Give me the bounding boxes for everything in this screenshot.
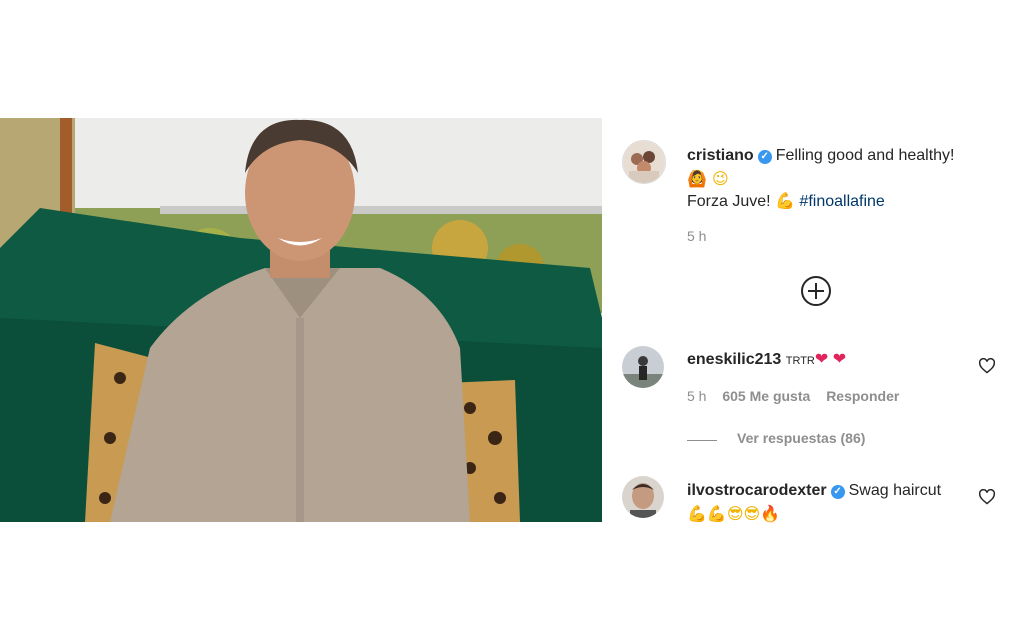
flexed-biceps-emoji: 💪 — [706, 504, 727, 523]
caption: cristiano ✓ Felling good and healthy! — [687, 144, 954, 167]
view-replies-button[interactable]: Ver respuestas (86) — [737, 430, 865, 446]
heart-outline-icon[interactable] — [978, 489, 996, 505]
flexed-biceps-emoji: 💪 — [687, 504, 707, 523]
heart-outline-icon[interactable] — [978, 358, 996, 374]
fire-emoji: 🔥 — [760, 504, 781, 523]
comment-likes[interactable]: 605 Me gusta — [722, 388, 810, 404]
verified-icon: ✓ — [830, 485, 845, 499]
comment-2-emojis: 💪💪😎😎🔥 — [687, 502, 780, 525]
comment-2: ilvostrocarodexter ✓ Swag haircut — [687, 479, 941, 502]
post-image[interactable] — [0, 118, 602, 522]
comment-avatar[interactable] — [622, 476, 664, 518]
comment-text: TRTR — [785, 355, 815, 367]
sunglasses-emoji: 😎 — [743, 504, 761, 523]
comment-1: eneskilic213 TRTR❤ ❤ — [687, 347, 846, 373]
comment-text: Swag haircut — [848, 482, 942, 499]
author-avatar[interactable] — [622, 140, 666, 184]
comment-username[interactable]: eneskilic213 — [687, 351, 781, 368]
reply-button[interactable]: Responder — [826, 388, 899, 404]
flexed-biceps-emoji: 💪 — [775, 191, 795, 210]
comment-1-meta: 5 h 605 Me gusta Responder — [687, 388, 899, 404]
verified-icon: ✓ — [757, 150, 772, 164]
sunglasses-emoji: 😎 — [726, 504, 744, 523]
comment-avatar[interactable] — [622, 346, 664, 388]
post-time: 5 h — [687, 228, 707, 244]
comment-time: 5 h — [687, 388, 707, 404]
caption-line1: Felling good and healthy! — [775, 147, 955, 164]
hashtag-link[interactable]: #finoallafine — [799, 193, 884, 210]
post-panel: cristiano ✓ Felling good and healthy! 🙆 😉 … — [602, 118, 1024, 525]
red-heart-emoji: ❤ — [832, 349, 847, 368]
caption-line2: Forza Juve! 💪 #finoallafine — [687, 191, 885, 210]
author-username[interactable]: cristiano — [687, 147, 754, 164]
comment-username[interactable]: ilvostrocarodexter — [687, 482, 827, 499]
caption-emoji-row: 🙆 😉 — [687, 167, 729, 190]
wink-emoji: 😉 — [712, 169, 729, 188]
red-heart-emoji: ❤ — [814, 349, 829, 368]
replies-divider — [687, 440, 717, 441]
person-raising-hands-emoji: 🙆 — [687, 169, 707, 188]
add-circle-icon[interactable] — [801, 276, 831, 306]
